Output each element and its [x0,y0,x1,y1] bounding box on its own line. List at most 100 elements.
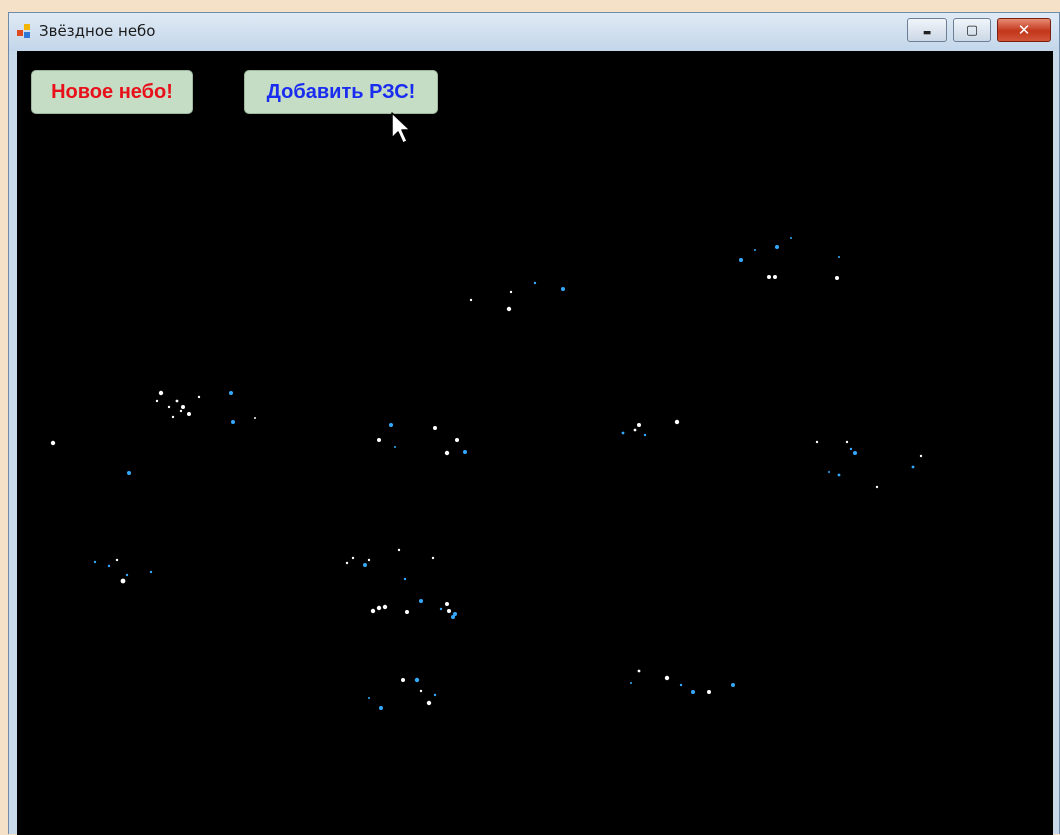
star [691,690,695,694]
app-window: Звёздное небо ▬ ▢ ✕ Новое небо! Добавить… [8,12,1060,835]
star [845,440,849,444]
star [197,395,201,399]
mouse-cursor-icon [391,112,411,144]
star [815,440,819,444]
star [426,700,432,706]
star [394,446,396,448]
star [419,599,423,603]
star [679,683,683,687]
star [107,564,111,568]
star [455,438,459,442]
star [838,256,840,258]
new-sky-button[interactable]: Новое небо! [31,70,193,114]
star [633,428,637,432]
star [506,306,512,312]
star [127,471,131,475]
star [376,605,382,611]
star [431,556,435,560]
star [351,556,355,560]
star [167,405,171,409]
star [835,276,839,280]
star [254,417,256,419]
star [377,438,381,442]
star [790,237,792,239]
star [367,558,371,562]
star [919,454,923,458]
title-bar[interactable]: Звёздное небо ▬ ▢ ✕ [9,13,1059,51]
star [419,689,423,693]
star [93,560,97,564]
star [739,258,743,262]
star [849,447,853,451]
star [231,420,235,424]
star [853,451,857,455]
star [643,433,647,437]
minimize-icon: ▬ [922,28,932,38]
star [120,578,126,584]
star [433,426,437,430]
star [149,570,153,574]
close-button[interactable]: ✕ [997,18,1051,42]
star [229,391,233,395]
star [345,561,349,565]
star [379,706,383,710]
star [875,485,879,489]
star [187,412,191,416]
star [439,607,443,611]
star [767,275,771,279]
star [363,563,367,567]
close-icon: ✕ [1017,21,1031,39]
star [469,298,473,302]
star [370,608,376,614]
star [773,275,777,279]
star [453,612,457,616]
star [179,409,183,413]
star [445,602,449,606]
star [389,423,393,427]
star [707,690,711,694]
star [637,423,641,427]
star-field [50,237,923,710]
star [447,609,451,613]
star [533,281,537,285]
star [181,405,185,409]
star [630,682,632,684]
star [664,675,670,681]
star [463,450,467,454]
star [911,465,915,469]
maximize-icon: ▢ [965,22,979,38]
star [368,697,370,699]
star [155,399,159,403]
star [561,287,565,291]
app-icon [17,24,33,40]
star [158,390,164,396]
star [403,577,407,581]
window-title: Звёздное небо [39,22,156,40]
star [509,290,513,294]
star [414,677,420,683]
star [382,604,388,610]
star [637,669,641,673]
star [125,573,129,577]
star [405,610,409,614]
star [775,245,779,249]
maximize-button[interactable]: ▢ [953,18,991,42]
star [115,558,119,562]
star [433,693,437,697]
star [397,548,401,552]
sky-canvas[interactable]: Новое небо! Добавить РЗС! [17,51,1053,835]
star [171,415,175,419]
star [731,683,735,687]
star [754,249,756,251]
star [50,440,56,446]
star [828,471,830,473]
star [837,473,841,477]
add-button[interactable]: Добавить РЗС! [244,70,438,114]
star [175,399,179,403]
star [674,419,680,425]
star [451,615,455,619]
minimize-button[interactable]: ▬ [907,18,947,42]
star [444,450,450,456]
star [401,678,405,682]
star [621,431,625,435]
